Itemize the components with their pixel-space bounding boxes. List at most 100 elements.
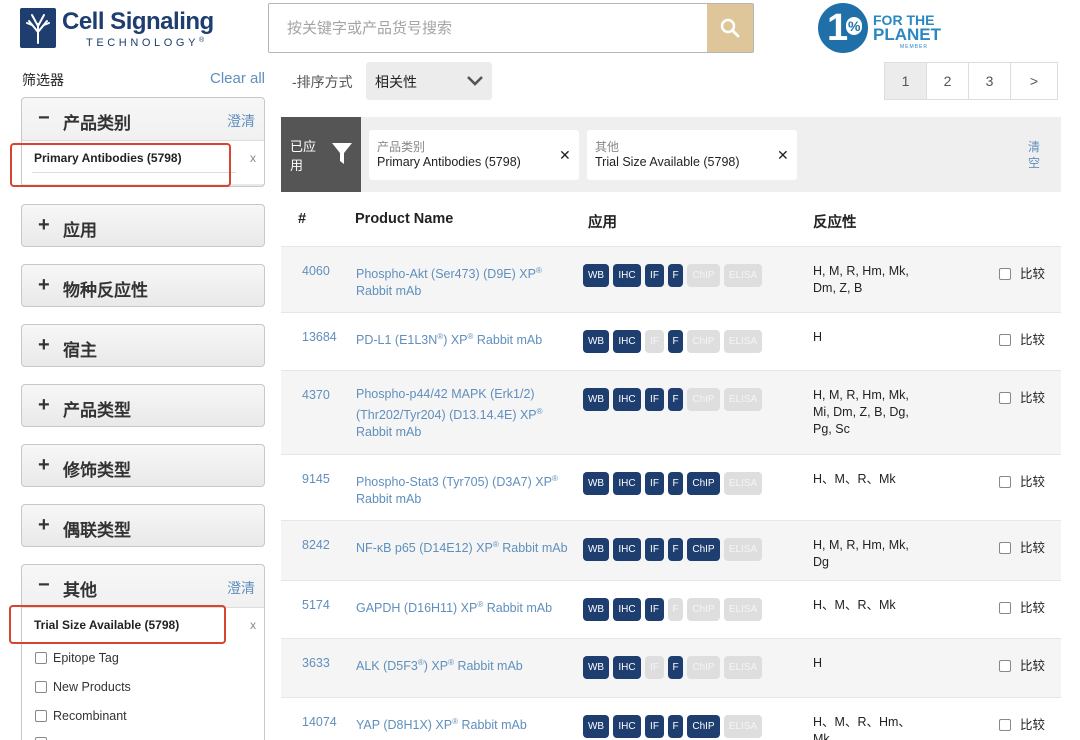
compare-label: 比较 xyxy=(1020,659,1046,673)
product-id-link[interactable]: 3633 xyxy=(302,656,330,670)
checkbox[interactable] xyxy=(999,542,1011,554)
next-page-button[interactable]: > xyxy=(1010,62,1058,100)
checkbox[interactable] xyxy=(999,602,1011,614)
search-input[interactable] xyxy=(269,4,707,52)
compare-checkbox[interactable]: 比较 xyxy=(999,714,1045,733)
search-bar xyxy=(268,3,754,53)
product-name-link[interactable]: YAP (D8H1X) XP® Rabbit mAb xyxy=(356,713,571,734)
clear-all-link[interactable]: Clear all xyxy=(210,70,265,87)
close-icon[interactable]: ✕ xyxy=(777,147,789,164)
expand-icon: + xyxy=(38,274,50,296)
application-badges: WB IHC IF F ChIP ELISA xyxy=(583,538,762,561)
product-id-link[interactable]: 5174 xyxy=(302,598,330,612)
brand-subtitle: TECHNOLOGY® xyxy=(86,37,205,49)
page-1[interactable]: 1 xyxy=(884,62,927,100)
product-name-link[interactable]: Phospho-p44/42 MAPK (Erk1/2) (Thr202/Tyr… xyxy=(356,386,571,441)
badge-elisa: ELISA xyxy=(724,598,762,621)
one-percent-for-the-planet-logo[interactable]: 1 % FOR THE PLANET MEMBER xyxy=(818,3,948,53)
clear-applied-link[interactable]: 清空 xyxy=(1028,139,1042,171)
product-id-link[interactable]: 4370 xyxy=(302,388,330,402)
facet-conjugate-type[interactable]: + 偶联类型 xyxy=(21,504,265,547)
application-badges: WB IHC IF F ChIP ELISA xyxy=(583,715,762,738)
checkbox[interactable] xyxy=(999,719,1011,731)
badge-f: F xyxy=(668,388,683,411)
other-options-list: Epitope Tag New Products Recombinant xyxy=(21,646,265,740)
brand-logo[interactable]: Cell Signaling TECHNOLOGY® xyxy=(20,8,214,50)
product-id-link[interactable]: 13684 xyxy=(302,330,337,344)
remove-filter-icon[interactable]: x xyxy=(250,151,256,165)
page-2[interactable]: 2 xyxy=(926,62,969,100)
product-id-link[interactable]: 14074 xyxy=(302,715,337,729)
col-header-name[interactable]: Product Name xyxy=(355,211,453,227)
checkbox[interactable] xyxy=(999,392,1011,404)
option-epitope-tag[interactable]: Epitope Tag xyxy=(35,651,119,665)
option-new-products[interactable]: New Products xyxy=(35,680,131,694)
planet-percent: % xyxy=(846,17,863,35)
product-name-link[interactable]: GAPDH (D16H11) XP® Rabbit mAb xyxy=(356,596,571,617)
facet-clear-link[interactable]: 澄清 xyxy=(227,578,255,598)
checkbox[interactable] xyxy=(999,660,1011,672)
expand-icon: + xyxy=(38,334,50,356)
sort-dropdown[interactable]: 相关性 xyxy=(366,62,492,100)
product-id-link[interactable]: 4060 xyxy=(302,264,330,278)
facet-header[interactable]: − 其他 澄清 xyxy=(22,565,264,607)
facet-modification-type[interactable]: + 修饰类型 xyxy=(21,444,265,487)
checkbox[interactable] xyxy=(999,476,1011,488)
facet-product-type[interactable]: + 产品类型 xyxy=(21,384,265,427)
checkbox[interactable] xyxy=(999,334,1011,346)
application-badges: WB IHC IF F ChIP ELISA xyxy=(583,330,762,353)
compare-checkbox[interactable]: 比较 xyxy=(999,263,1045,282)
planet-one: 1 xyxy=(827,7,849,49)
product-name-link[interactable]: PD-L1 (E1L3N®) XP® Rabbit mAb xyxy=(356,328,571,349)
planet-badge-icon: 1 % xyxy=(818,3,868,53)
product-id-link[interactable]: 8242 xyxy=(302,538,330,552)
compare-label: 比较 xyxy=(1020,718,1046,732)
facet-host[interactable]: + 宿主 xyxy=(21,324,265,367)
badge-f: F xyxy=(668,472,683,495)
badge-if: IF xyxy=(645,388,664,411)
table-row: 5174 GAPDH (D16H11) XP® Rabbit mAb WB IHC IF… xyxy=(281,580,1061,638)
close-icon[interactable]: ✕ xyxy=(559,147,571,164)
facet-application[interactable]: + 应用 xyxy=(21,204,265,247)
reactivity-text: H xyxy=(813,656,823,670)
chip-value: Trial Size Available (5798) xyxy=(595,155,740,169)
product-name-link[interactable]: Phospho-Akt (Ser473) (D9E) XP® Rabbit mA… xyxy=(356,262,571,300)
applied-label: 已应用 xyxy=(290,139,317,173)
chip-category: 产品类别 xyxy=(377,140,426,154)
badge-elisa: ELISA xyxy=(724,330,762,353)
facet-header[interactable]: − 产品类别 澄清 xyxy=(22,98,264,140)
applied-chip-category: 产品类别 Primary Antibodies (5798) ✕ xyxy=(369,130,579,180)
product-id-link[interactable]: 9145 xyxy=(302,472,330,486)
badge-if: IF xyxy=(645,264,664,287)
checkbox[interactable] xyxy=(35,681,47,693)
application-badges: WB IHC IF F ChIP ELISA xyxy=(583,472,762,495)
checkbox[interactable] xyxy=(999,268,1011,280)
collapse-icon: − xyxy=(38,107,50,129)
page-3[interactable]: 3 xyxy=(968,62,1011,100)
facet-clear-link[interactable]: 澄清 xyxy=(227,111,255,131)
checkbox[interactable] xyxy=(35,710,47,722)
compare-checkbox[interactable]: 比较 xyxy=(999,597,1045,616)
option-partial[interactable] xyxy=(35,736,53,740)
checkbox[interactable] xyxy=(35,652,47,664)
application-badges: WB IHC IF F ChIP ELISA xyxy=(583,264,762,287)
compare-checkbox[interactable]: 比较 xyxy=(999,655,1045,674)
reactivity-text: H、M、R、Mk xyxy=(813,472,896,486)
collapse-icon: − xyxy=(38,574,50,596)
compare-checkbox[interactable]: 比较 xyxy=(999,387,1045,406)
compare-checkbox[interactable]: 比较 xyxy=(999,471,1045,490)
compare-checkbox[interactable]: 比较 xyxy=(999,537,1045,556)
facet-species-reactivity[interactable]: + 物种反应性 xyxy=(21,264,265,307)
remove-filter-icon[interactable]: x xyxy=(250,618,256,632)
badge-chip: ChIP xyxy=(687,264,720,287)
product-name-link[interactable]: Phospho-Stat3 (Tyr705) (D3A7) XP® Rabbit… xyxy=(356,470,571,508)
option-recombinant[interactable]: Recombinant xyxy=(35,709,127,723)
product-name-link[interactable]: NF-κB p65 (D14E12) XP® Rabbit mAb xyxy=(356,536,571,557)
col-header-applications: 应用 xyxy=(588,215,617,231)
search-button[interactable] xyxy=(707,4,753,52)
search-icon xyxy=(720,18,740,38)
compare-checkbox[interactable]: 比较 xyxy=(999,329,1045,348)
badge-elisa: ELISA xyxy=(724,264,762,287)
product-name-link[interactable]: ALK (D5F3®) XP® Rabbit mAb xyxy=(356,654,571,675)
badge-f: F xyxy=(668,264,683,287)
